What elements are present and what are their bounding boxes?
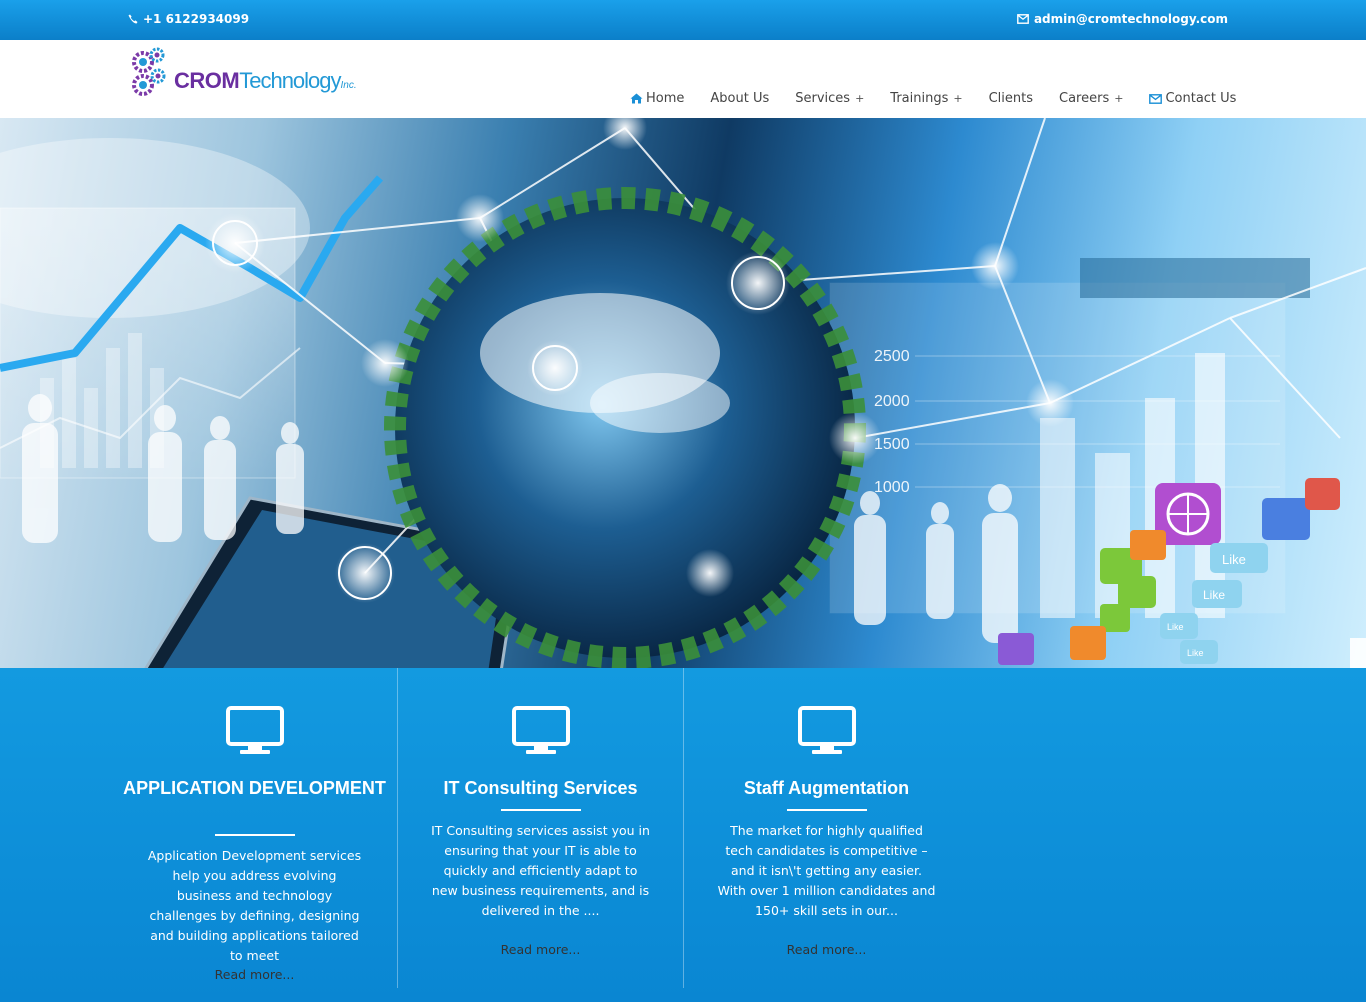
nav-services-label: Services [795,91,851,106]
read-more-link[interactable]: Read more... [684,942,969,957]
nav-clients-label: Clients [988,91,1034,106]
like-label: Like [1187,648,1204,658]
plus-icon: + [1114,92,1124,105]
site-header: CROMTechnologyInc. Home About Us Service… [0,40,1366,118]
chart-tick-1000: 1000 [874,479,910,496]
title-underline [215,834,295,836]
email-contact[interactable]: admin@cromtechnology.com [1017,12,1228,26]
gears-logo-icon [132,47,166,96]
feature-description: IT Consulting services assist you in ens… [431,823,650,918]
nav-contact-us[interactable]: Contact Us [1149,91,1236,106]
feature-title: Staff Augmentation [743,778,910,798]
like-label: Like [1203,588,1225,602]
feature-application-development: APPLICATION DEVELOPMENT Application Deve… [112,668,397,1002]
like-label: Like [1167,622,1184,632]
like-label: Like [1222,552,1246,567]
feature-description: Application Development services help yo… [147,848,362,963]
home-icon [630,93,643,104]
hero-banner: 2500 2000 1500 1000 Like Like Like Like [0,118,1366,668]
nav-careers-label: Careers [1059,91,1110,106]
title-underline [787,809,867,811]
nav-clients[interactable]: Clients [989,91,1033,106]
logo-crom: CROM [174,68,240,93]
nav-trainings[interactable]: Trainings + [890,91,962,106]
read-more-link[interactable]: Read more... [112,967,397,982]
feature-title: APPLICATION DEVELOPMENT [123,778,386,798]
envelope-icon [1149,93,1163,104]
feature-it-consulting: IT Consulting Services IT Consulting ser… [398,668,683,1002]
logo-inc: Inc. [340,80,357,91]
company-logo[interactable]: CROMTechnologyInc. [130,46,360,102]
monitor-icon [226,706,284,754]
title-underline [501,809,581,811]
chart-tick-2500: 2500 [874,348,910,365]
features-section: APPLICATION DEVELOPMENT Application Deve… [0,668,1366,1002]
nav-careers[interactable]: Careers + [1059,91,1123,106]
chart-tick-2000: 2000 [874,393,910,410]
nav-trainings-label: Trainings [890,91,949,106]
feature-staff-augmentation: Staff Augmentation The market for highly… [684,668,969,1002]
nav-services[interactable]: Services + [795,91,864,106]
nav-home-label: Home [646,91,685,106]
top-bar: +1 6122934099 admin@cromtechnology.com [0,0,1366,40]
nav-about-label: About Us [710,91,770,106]
feature-title: IT Consulting Services [443,778,638,798]
phone-icon [128,14,138,24]
feature-description: The market for highly qualified tech can… [717,823,936,918]
main-nav: Home About Us Services + Trainings + Cli… [630,91,1262,106]
email-address: admin@cromtechnology.com [1033,12,1228,26]
phone-contact[interactable]: +1 6122934099 [128,12,249,26]
plus-icon: + [855,92,865,105]
envelope-icon [1017,14,1029,24]
nav-contact-label: Contact Us [1165,91,1237,106]
phone-number: +1 6122934099 [143,12,250,26]
plus-icon: + [953,92,963,105]
hero-illustration: 2500 2000 1500 1000 Like Like Like Like [0,118,1366,668]
nav-about-us[interactable]: About Us [710,91,769,106]
logo-technology: Technology [239,68,341,93]
monitor-icon [798,706,856,754]
logo-wordmark: CROMTechnologyInc. [174,68,357,94]
nav-home[interactable]: Home [630,91,684,106]
read-more-link[interactable]: Read more... [398,942,683,957]
monitor-icon [512,706,570,754]
